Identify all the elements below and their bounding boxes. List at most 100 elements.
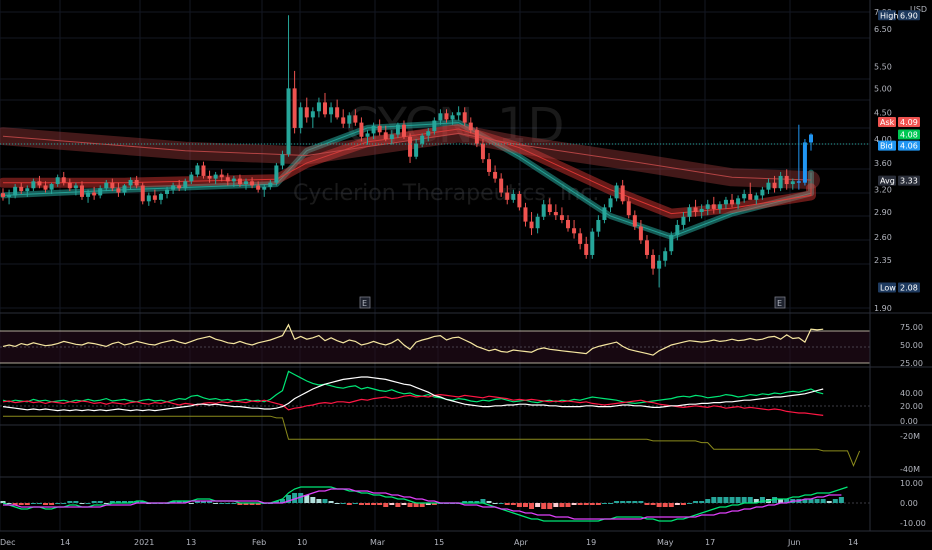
candle-body[interactable]: [98, 188, 103, 196]
candle-body[interactable]: [250, 181, 255, 186]
candle-body[interactable]: [25, 188, 30, 192]
candle-body[interactable]: [596, 219, 601, 232]
candle-body[interactable]: [329, 107, 334, 115]
candle-body[interactable]: [67, 182, 72, 189]
candle-body[interactable]: [377, 125, 382, 133]
candle-body[interactable]: [79, 185, 84, 197]
candle-body[interactable]: [760, 189, 765, 196]
candle-body[interactable]: [553, 212, 558, 216]
candle-body[interactable]: [602, 207, 607, 220]
candle-body[interactable]: [55, 177, 60, 185]
candle-body[interactable]: [669, 235, 674, 252]
candle-body[interactable]: [657, 260, 662, 269]
candle-body[interactable]: [572, 228, 577, 234]
candle-body[interactable]: [183, 181, 188, 189]
candle-body[interactable]: [651, 254, 656, 269]
candle-body[interactable]: [705, 204, 710, 209]
candle-body[interactable]: [237, 178, 242, 185]
candle-body[interactable]: [687, 207, 692, 217]
candle-body[interactable]: [444, 113, 449, 120]
candle-body[interactable]: [693, 207, 698, 213]
stock-chart[interactable]: CYCN 1D Cyclerion Therapeutics, Inc. E E…: [0, 0, 932, 550]
candle-body[interactable]: [426, 131, 431, 136]
candle-body[interactable]: [128, 179, 133, 186]
candle-body[interactable]: [778, 175, 783, 189]
candle-body[interactable]: [31, 181, 36, 189]
candle-body[interactable]: [207, 175, 212, 179]
candle-body[interactable]: [608, 198, 613, 208]
candle-body[interactable]: [711, 204, 716, 209]
candle-body[interactable]: [784, 175, 789, 185]
candle-body[interactable]: [165, 189, 170, 194]
candle-body[interactable]: [104, 182, 109, 189]
candle-body[interactable]: [802, 142, 807, 183]
candle-body[interactable]: [505, 192, 510, 200]
candle-body[interactable]: [341, 117, 346, 124]
candle-body[interactable]: [61, 177, 66, 183]
candle-body[interactable]: [614, 185, 619, 199]
candle-body[interactable]: [225, 177, 230, 182]
candle-body[interactable]: [152, 195, 157, 200]
candle-body[interactable]: [675, 224, 680, 236]
candle-body[interactable]: [535, 216, 540, 229]
candle-body[interactable]: [268, 182, 273, 187]
candle-body[interactable]: [92, 192, 97, 196]
candle-body[interactable]: [7, 195, 12, 197]
candle-body[interactable]: [13, 186, 18, 196]
candle-body[interactable]: [365, 133, 370, 137]
candle-body[interactable]: [86, 192, 91, 197]
candle-body[interactable]: [335, 107, 340, 118]
candle-body[interactable]: [468, 122, 473, 131]
candle-body[interactable]: [638, 226, 643, 241]
candle-body[interactable]: [517, 193, 522, 208]
candle-body[interactable]: [244, 181, 249, 185]
candle-body[interactable]: [730, 199, 735, 205]
candle-body[interactable]: [401, 124, 406, 137]
candle-body[interactable]: [420, 135, 425, 144]
candle-body[interactable]: [578, 233, 583, 244]
candle-body[interactable]: [699, 208, 704, 213]
candle-body[interactable]: [438, 113, 443, 121]
candle-body[interactable]: [347, 115, 352, 124]
candle-body[interactable]: [766, 182, 771, 190]
candle-body[interactable]: [140, 185, 145, 202]
candle-body[interactable]: [383, 132, 388, 140]
candle-body[interactable]: [171, 185, 176, 190]
candle-body[interactable]: [292, 88, 297, 128]
candle-body[interactable]: [134, 179, 139, 186]
candle-body[interactable]: [723, 199, 728, 205]
candle-body[interactable]: [316, 102, 321, 112]
candle-body[interactable]: [1, 193, 5, 197]
candle-body[interactable]: [389, 134, 394, 140]
candle-body[interactable]: [43, 185, 48, 190]
candle-body[interactable]: [559, 215, 564, 220]
candle-body[interactable]: [809, 134, 813, 143]
candle-body[interactable]: [414, 143, 419, 157]
candle-body[interactable]: [274, 165, 279, 183]
candle-body[interactable]: [462, 112, 467, 123]
candle-body[interactable]: [280, 154, 285, 166]
candle-body[interactable]: [480, 143, 485, 160]
candle-body[interactable]: [37, 181, 42, 186]
candle-body[interactable]: [19, 186, 24, 192]
candle-body[interactable]: [219, 174, 224, 178]
candle-body[interactable]: [620, 185, 625, 202]
candle-body[interactable]: [511, 193, 516, 200]
candle-body[interactable]: [195, 165, 200, 175]
candle-body[interactable]: [432, 120, 437, 132]
candle-body[interactable]: [262, 186, 267, 190]
candle-body[interactable]: [790, 181, 795, 185]
candle-body[interactable]: [681, 216, 686, 225]
candle-body[interactable]: [189, 174, 194, 182]
candle-body[interactable]: [310, 111, 315, 118]
candle-body[interactable]: [49, 184, 54, 190]
candle-body[interactable]: [122, 185, 127, 193]
candle-body[interactable]: [395, 124, 400, 135]
candle-body[interactable]: [565, 219, 570, 229]
candle-body[interactable]: [110, 182, 115, 189]
candle-body[interactable]: [371, 125, 376, 134]
candle-body[interactable]: [493, 171, 498, 179]
candle-body[interactable]: [742, 193, 747, 199]
candle-body[interactable]: [456, 112, 461, 116]
candle-body[interactable]: [213, 174, 218, 179]
